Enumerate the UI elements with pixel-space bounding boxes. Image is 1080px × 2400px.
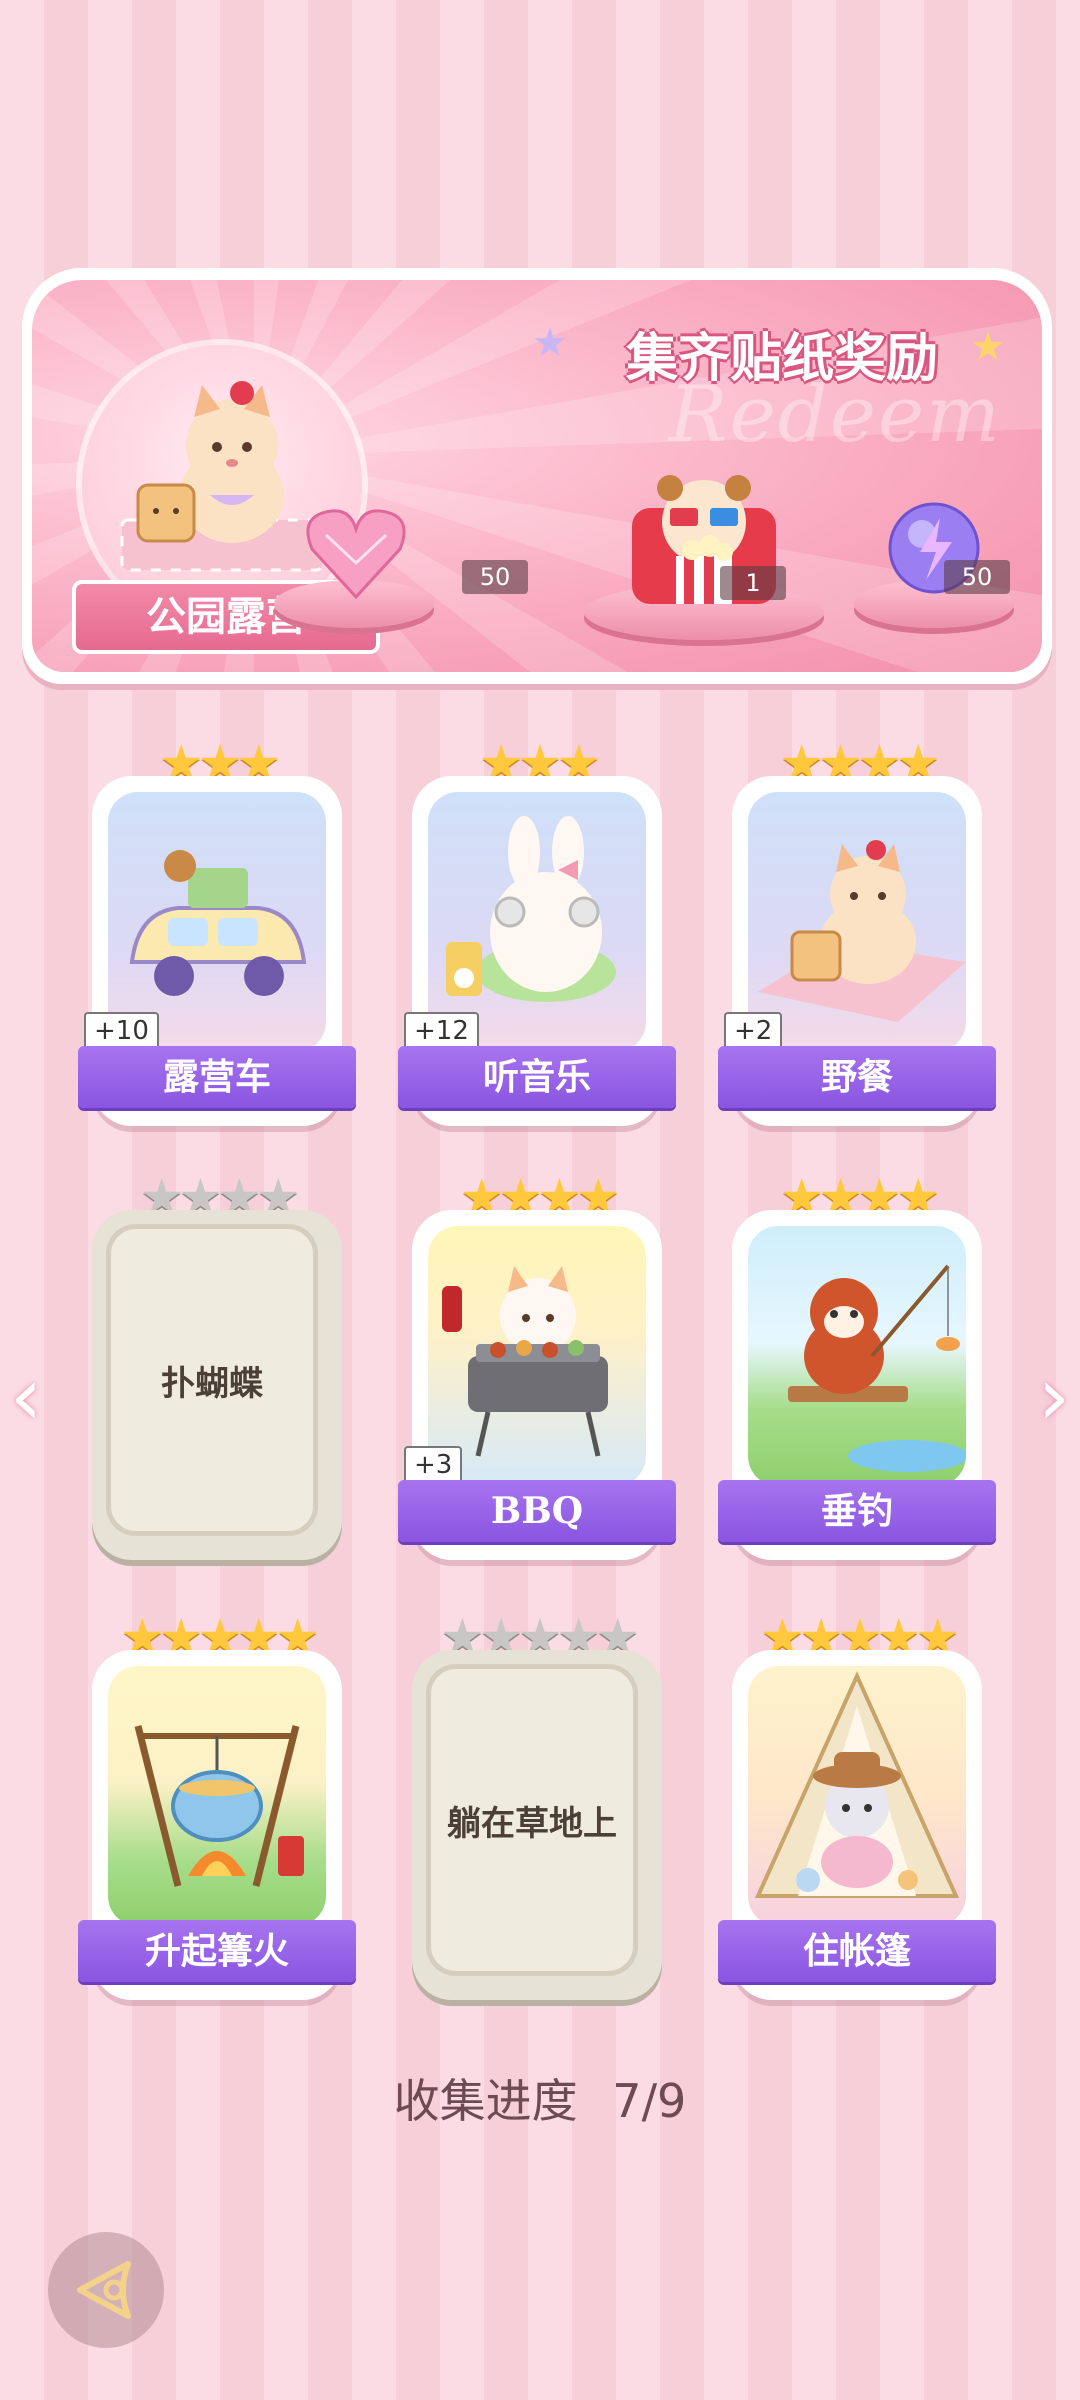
sticker-card[interactable]: ★★★ +10 露营车: [78, 734, 356, 1126]
card-label: 扑蝴蝶: [161, 1363, 263, 1404]
sticker-card[interactable]: ★★★★ +3 BBQ: [398, 1168, 676, 1560]
card-label: 躺在草地上: [447, 1803, 617, 1844]
card-art: [748, 1226, 966, 1486]
sticker-card[interactable]: ★★★★ +2 野餐: [718, 734, 996, 1126]
sticker-card-locked[interactable]: ★★★★ 扑蝴蝶: [92, 1168, 342, 1560]
next-page-arrow[interactable]: ›: [1038, 1350, 1070, 1443]
red-panda-fishing-icon: [788, 1264, 966, 1472]
pink-heart-gem-icon[interactable]: [304, 505, 408, 601]
card-art-placeholder: 扑蝴蝶: [106, 1224, 318, 1536]
progress-label: 收集进度: [393, 2074, 578, 2128]
sticker-card[interactable]: ★★★★★ 升起篝火: [78, 1608, 356, 2000]
card-art: [748, 1666, 966, 1926]
collection-progress: 收集进度 7/9: [0, 2065, 1080, 2131]
bonus-badge: +2: [724, 1012, 783, 1050]
bonus-badge: +3: [404, 1446, 463, 1484]
card-label: BBQ: [398, 1480, 676, 1542]
reward-panel: Redeem ★ ★ 集齐贴纸奖励 公园露营 50 1 50: [22, 268, 1052, 684]
card-label: 野餐: [718, 1046, 996, 1108]
sticker-card[interactable]: ★★★★ 垂钓: [718, 1168, 996, 1560]
card-label: 升起篝火: [78, 1920, 356, 1982]
back-arrow-icon: [77, 2261, 131, 2319]
back-button[interactable]: [48, 2232, 164, 2348]
sticker-card-locked[interactable]: ★★★★★ 躺在草地上: [412, 1608, 662, 2000]
reward-count-badge: 50: [462, 560, 528, 594]
bonus-badge: +12: [404, 1012, 479, 1050]
card-art-placeholder: 躺在草地上: [426, 1664, 638, 1976]
card-label: 垂钓: [718, 1480, 996, 1542]
bonus-badge: +10: [84, 1012, 159, 1050]
reward-count-badge: 50: [944, 560, 1010, 594]
star-decoration-icon: ★: [532, 320, 568, 366]
card-art: [108, 1666, 326, 1926]
sticker-card[interactable]: ★★★ +12 听音乐: [398, 734, 676, 1126]
progress-value: 7/9: [612, 2074, 687, 2128]
prev-page-arrow[interactable]: ‹: [10, 1350, 42, 1443]
card-label: 听音乐: [398, 1046, 676, 1108]
card-label: 露营车: [78, 1046, 356, 1108]
reward-panel-background: Redeem ★ ★ 集齐贴纸奖励 公园露营 50 1 50: [32, 280, 1042, 672]
sticker-card[interactable]: ★★★★★ 住帐篷: [718, 1608, 996, 2000]
dog-tent-icon: [754, 1671, 960, 1898]
card-label: 住帐篷: [718, 1920, 996, 1982]
reward-count-badge: 1: [720, 566, 786, 600]
campfire-pot-icon: [134, 1725, 304, 1887]
reward-title: 集齐贴纸奖励: [625, 329, 938, 389]
